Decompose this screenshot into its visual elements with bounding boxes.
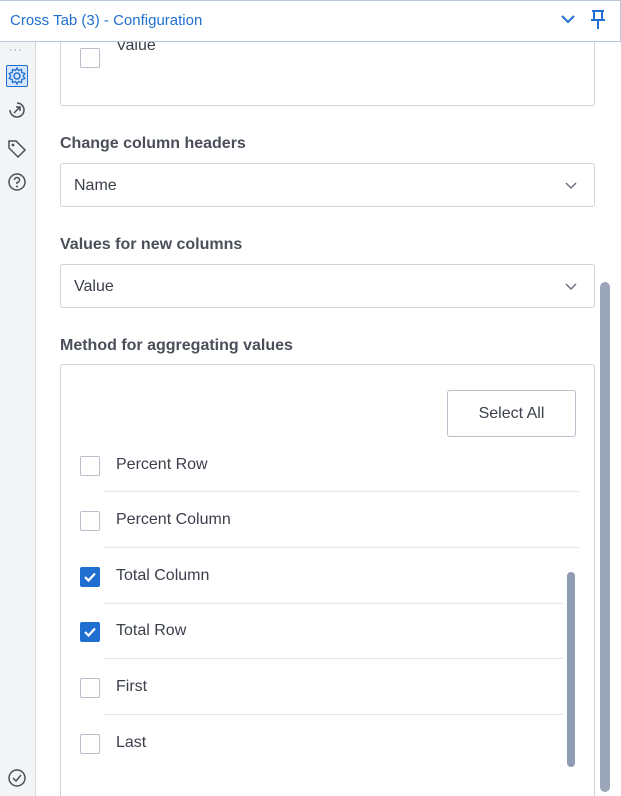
aggregation-item-label: Percent Row [116,456,208,473]
row-divider [103,547,579,548]
panel-titlebar: Cross Tab (3) - Configuration [0,0,621,42]
row-divider [103,658,563,659]
chevron-down-icon [564,179,578,198]
arrow-circle-icon[interactable] [6,99,28,121]
change-column-headers-value: Name [74,177,117,194]
configuration-body: Value Change column headers Name Values … [36,42,621,796]
panel-scrollbar[interactable] [600,282,610,792]
tag-icon[interactable] [6,137,28,159]
group-by-list: Value [60,42,595,106]
aggregation-method-label: Method for aggregating values [60,337,293,354]
checkbox-last[interactable] [80,734,100,754]
checkbox-total-column[interactable] [80,567,100,587]
row-divider [103,714,563,715]
list-scrollbar[interactable] [567,572,575,767]
more-dots-icon[interactable]: ··· [9,44,23,56]
values-for-new-columns-label: Values for new columns [60,236,243,253]
help-icon[interactable] [6,171,28,193]
aggregation-item-label: Percent Column [116,511,231,528]
select-all-button[interactable]: Select All [447,390,576,437]
aggregation-item-label: Last [116,734,147,751]
aggregation-item-label: First [116,678,148,695]
checkbox-percent-row[interactable] [80,456,100,476]
side-rail: ··· [0,42,36,796]
row-divider [103,603,563,604]
gear-icon[interactable] [6,65,28,87]
change-column-headers-label: Change column headers [60,135,246,152]
values-for-new-columns-select[interactable]: Value [60,264,595,308]
chevron-down-icon [564,280,578,299]
pin-icon[interactable] [589,9,607,36]
change-column-headers-select[interactable]: Name [60,163,595,207]
aggregation-item-label: Total Column [116,567,210,584]
aggregation-item-label: Total Row [116,622,187,639]
checkbox-value[interactable] [80,48,100,68]
checkbox-total-row[interactable] [80,622,100,642]
values-for-new-columns-value: Value [74,278,114,295]
check-circle-icon[interactable] [6,767,28,789]
group-by-item-label: Value [116,42,156,54]
checkbox-percent-column[interactable] [80,511,100,531]
panel-title: Cross Tab (3) - Configuration [10,12,203,29]
aggregation-list: Select All Percent Row Percent Column To… [60,364,595,796]
chevron-down-icon[interactable] [560,11,576,32]
row-divider [103,491,579,492]
checkbox-first[interactable] [80,678,100,698]
